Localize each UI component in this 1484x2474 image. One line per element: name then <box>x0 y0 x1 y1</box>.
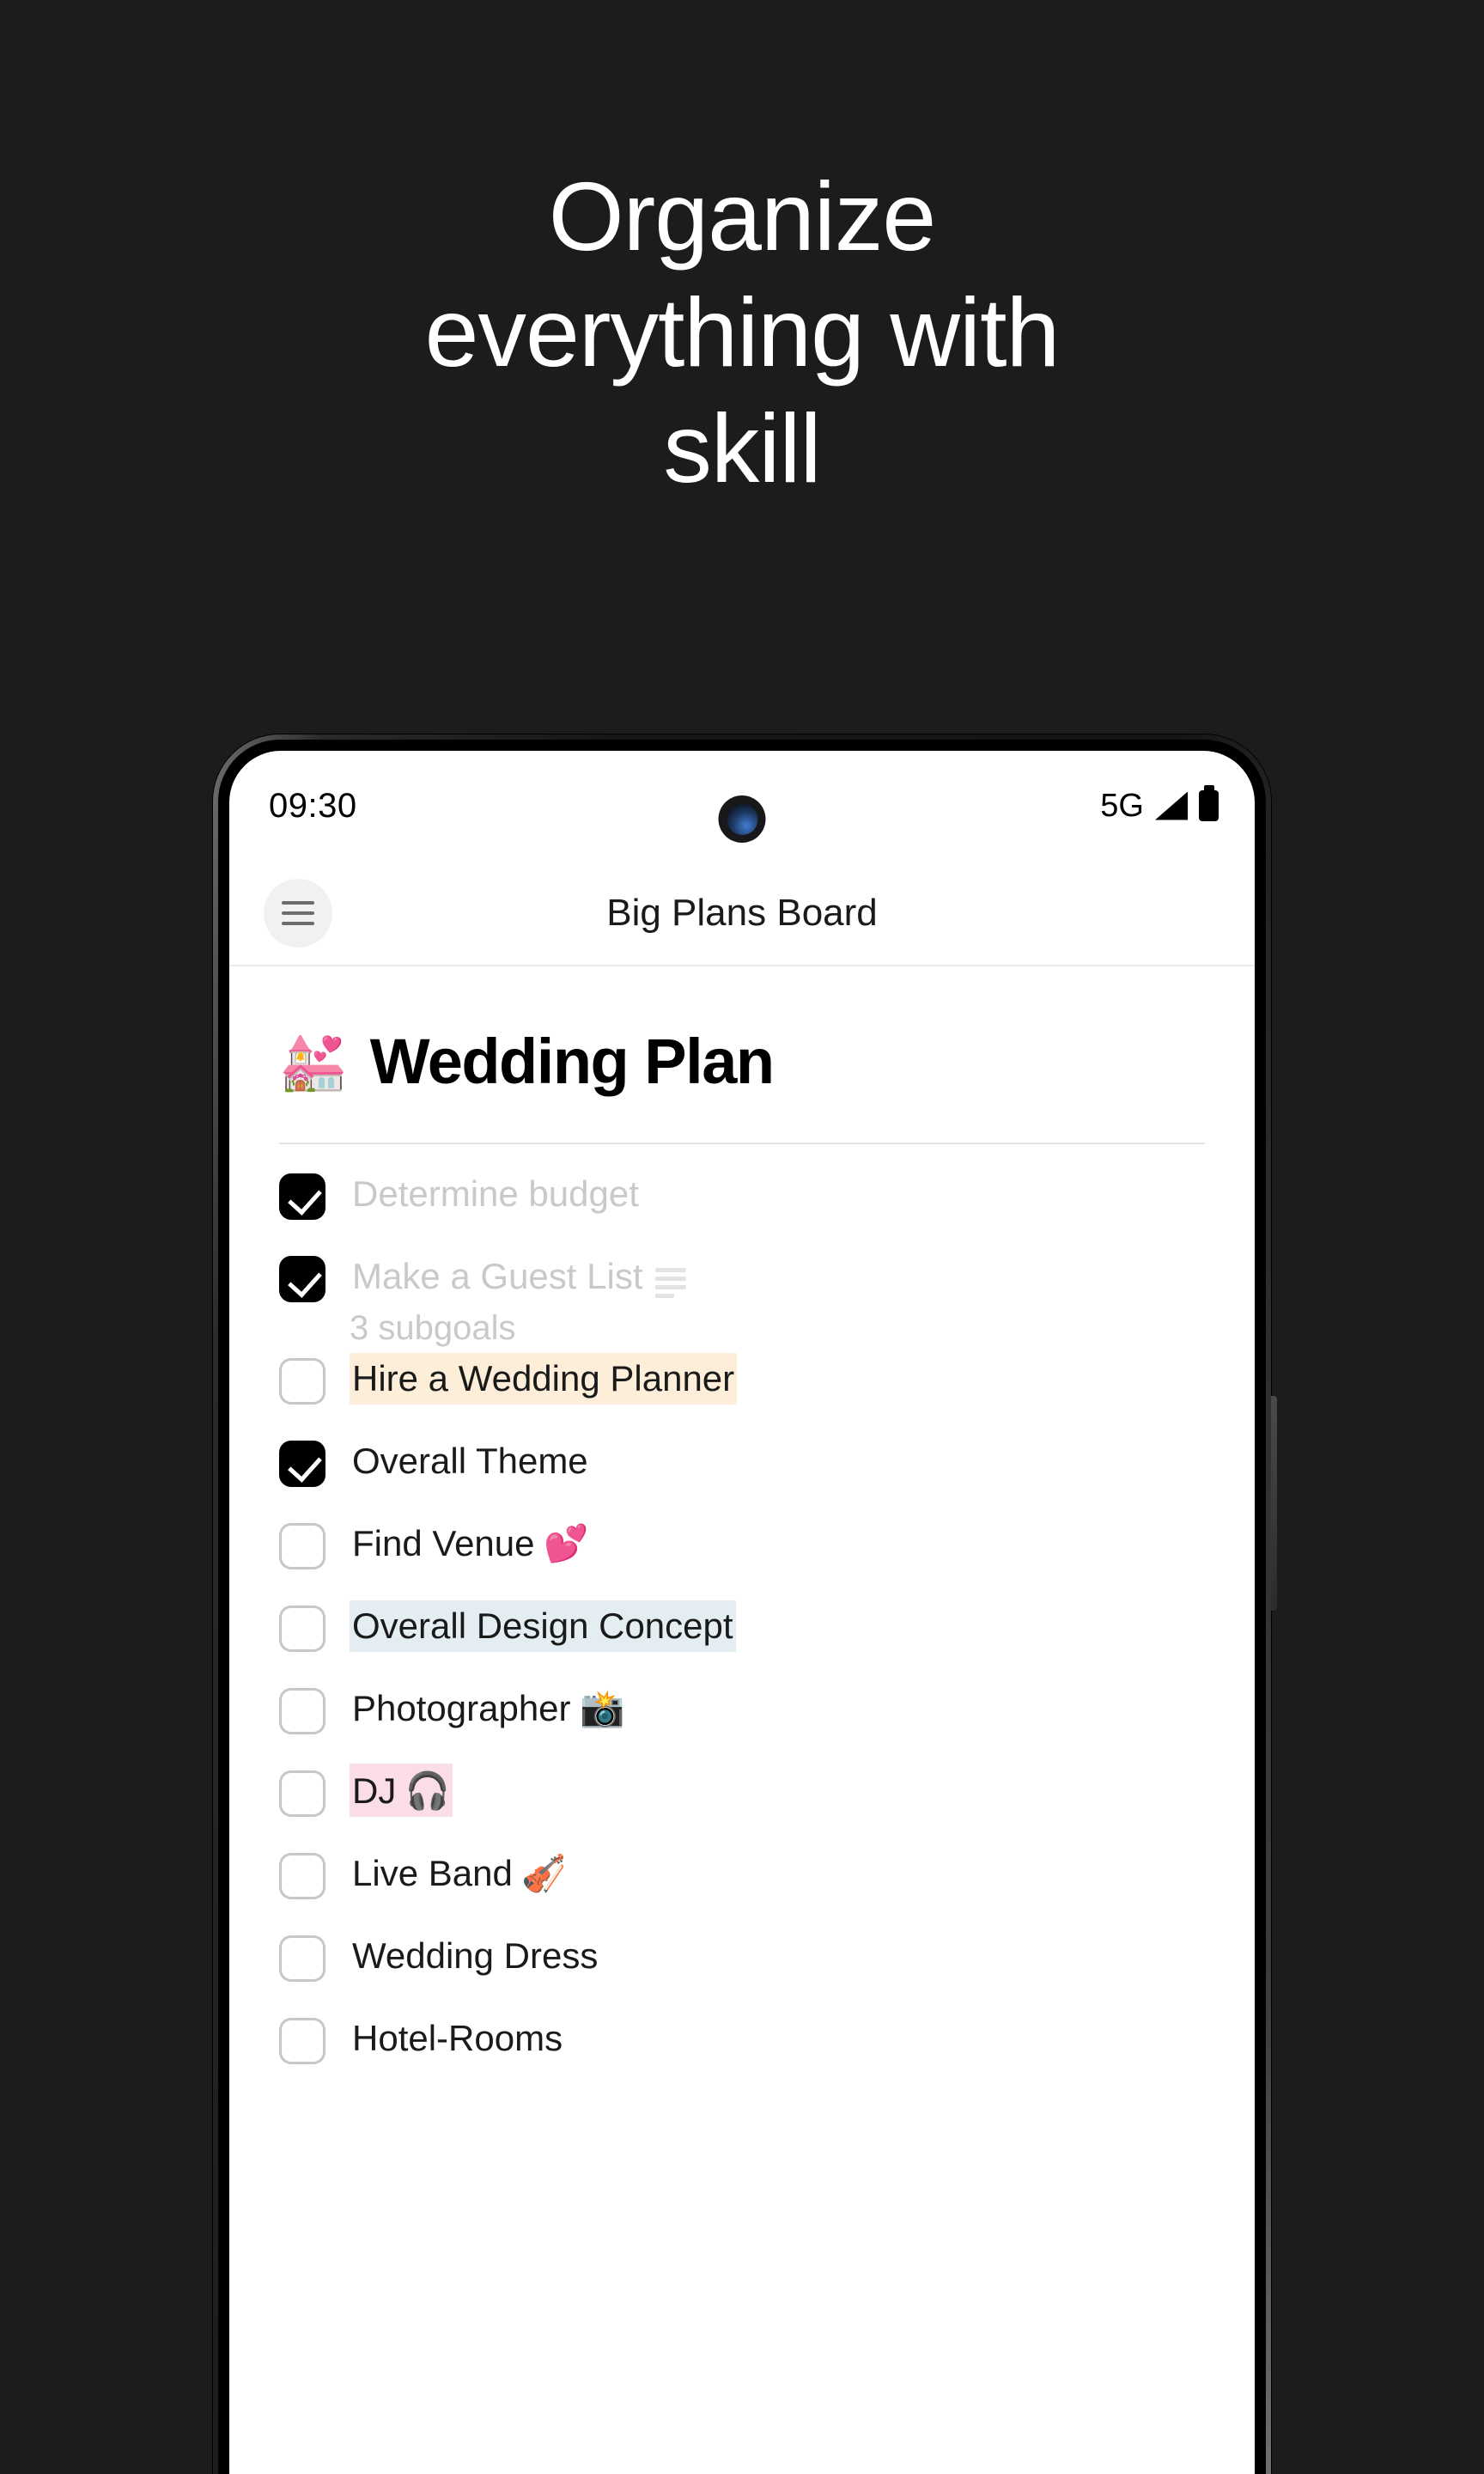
task-body: DJ 🎧 <box>350 1763 453 1818</box>
hamburger-menu-icon[interactable] <box>264 878 332 948</box>
task-row[interactable]: Determine budget <box>229 1167 1255 1242</box>
task-label: DJ <box>352 1770 397 1811</box>
plan-header: 💒 Wedding Plan <box>229 966 1255 1143</box>
phone-bezel: 09:30 5G Big Plans Board 💒 Wedding Plan … <box>218 740 1266 2474</box>
task-body: Determine budget <box>350 1167 642 1221</box>
task-row[interactable]: DJ 🎧 <box>229 1763 1255 1839</box>
network-label: 5G <box>1100 787 1144 824</box>
task-row[interactable]: Hotel-Rooms <box>229 2011 1255 2087</box>
task-checkbox[interactable] <box>279 1357 325 1405</box>
task-checkbox[interactable] <box>279 1605 325 1652</box>
task-checkbox[interactable] <box>279 1522 325 1569</box>
status-indicators: 5G <box>1100 788 1219 825</box>
task-row[interactable]: Wedding Dress <box>229 1929 1255 2004</box>
task-row[interactable]: Find Venue 💕 <box>229 1516 1255 1592</box>
task-label: Determine budget <box>352 1173 639 1214</box>
task-list: Determine budget Make a Guest List 3 sub… <box>229 1144 1255 2087</box>
task-row[interactable]: Hire a Wedding Planner <box>229 1351 1255 1427</box>
page-title: Wedding Plan <box>369 1026 775 1097</box>
task-checkbox[interactable] <box>279 1852 325 1899</box>
task-body: Find Venue 💕 <box>350 1516 591 1570</box>
wedding-chapel-emoji: 💒 <box>279 1030 348 1093</box>
task-row[interactable]: Overall Theme <box>229 1434 1255 1509</box>
app-bar: Big Plans Board <box>229 861 1255 966</box>
task-label: Find Venue <box>352 1522 535 1563</box>
status-time: 09:30 <box>269 786 357 825</box>
phone-mockup: 09:30 5G Big Plans Board 💒 Wedding Plan … <box>213 734 1277 2474</box>
task-checkbox[interactable] <box>279 2017 325 2064</box>
promo-headline: Organize everything with skill <box>0 168 1484 497</box>
task-body: Overall Theme <box>350 1434 591 1488</box>
task-label: Overall Design Concept <box>350 1600 736 1653</box>
task-checkbox[interactable] <box>279 1770 325 1817</box>
task-body: Wedding Dress <box>350 1929 600 1983</box>
task-label: Make a Guest List <box>352 1256 643 1296</box>
task-checkbox[interactable] <box>279 1935 325 1982</box>
subgoal-lines-icon[interactable] <box>655 1268 687 1299</box>
status-bar: 09:30 5G <box>229 751 1255 861</box>
task-row[interactable]: Overall Design Concept <box>229 1599 1255 1674</box>
task-body: Hire a Wedding Planner <box>350 1351 738 1405</box>
task-body: Photographer 📸 <box>350 1681 627 1735</box>
task-row[interactable]: Make a Guest List 3 subgoals <box>229 1249 1255 1351</box>
task-body: Overall Design Concept <box>350 1599 736 1653</box>
headline-line-3: skill <box>663 394 821 503</box>
phone-side-button[interactable] <box>1271 1396 1277 1611</box>
two-hearts-emoji: 💕 <box>543 1522 589 1563</box>
signal-bars-icon <box>1155 791 1188 820</box>
battery-full-icon <box>1199 790 1219 821</box>
app-title: Big Plans Board <box>606 891 878 934</box>
task-label: Photographer <box>352 1687 571 1728</box>
front-camera-icon <box>718 795 766 843</box>
task-label: Wedding Dress <box>352 1935 599 1976</box>
task-row[interactable]: Photographer 📸 <box>229 1681 1255 1757</box>
task-checkbox[interactable] <box>279 1173 325 1220</box>
task-checkbox[interactable] <box>279 1440 325 1487</box>
plan-content: 💒 Wedding Plan Determine budget Make a G… <box>229 966 1255 2087</box>
task-label: Hotel-Rooms <box>352 2017 563 2058</box>
phone-screen: 09:30 5G Big Plans Board 💒 Wedding Plan … <box>229 751 1255 2474</box>
task-checkbox[interactable] <box>279 1256 325 1302</box>
task-checkbox[interactable] <box>279 1687 325 1734</box>
task-label: Hire a Wedding Planner <box>350 1352 738 1405</box>
task-body: Make a Guest List 3 subgoals <box>350 1249 687 1351</box>
headline-line-2: everything with <box>424 278 1061 387</box>
task-label: Live Band <box>352 1852 513 1893</box>
task-label: Overall Theme <box>352 1440 588 1481</box>
camera-flash-emoji: 📸 <box>579 1687 625 1728</box>
headphone-emoji: 🎧 <box>404 1770 451 1811</box>
subgoal-count: 3 subgoals <box>350 1308 516 1347</box>
task-body: Hotel-Rooms <box>350 2011 565 2065</box>
task-body: Live Band 🎻 <box>350 1846 569 1900</box>
headline-line-1: Organize <box>548 162 937 271</box>
violin-emoji: 🎻 <box>521 1852 567 1893</box>
task-row[interactable]: Live Band 🎻 <box>229 1846 1255 1922</box>
